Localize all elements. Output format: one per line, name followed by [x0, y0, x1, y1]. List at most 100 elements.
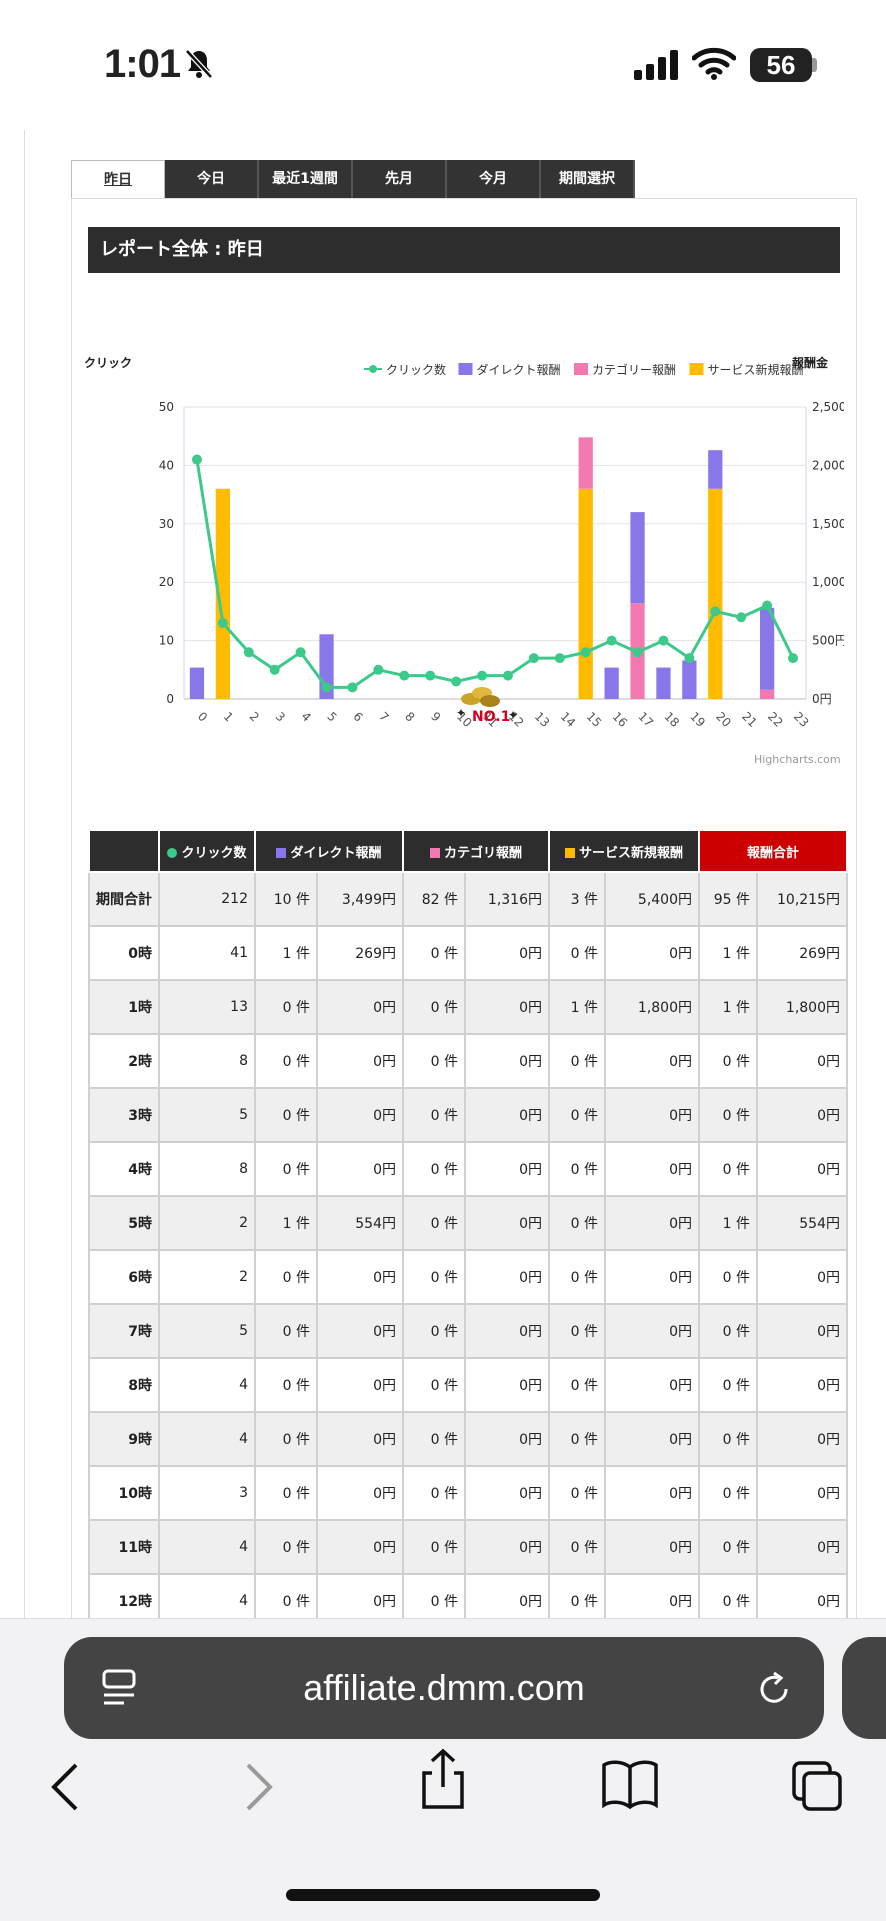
table-cell: 0 件 — [402, 1357, 466, 1413]
table-cell: 3 — [158, 1465, 256, 1521]
bookmarks-icon[interactable] — [600, 1759, 660, 1811]
bell-muted-icon — [185, 49, 213, 79]
table-cell: 0円 — [464, 925, 550, 981]
tab-this-month[interactable]: 今月 — [447, 160, 541, 198]
table-cell: 0円 — [756, 1573, 848, 1620]
table-cell: 0円 — [756, 1087, 848, 1143]
table-cell: 4 — [158, 1357, 256, 1413]
x-tick-label: 3 — [273, 709, 288, 724]
click-point — [477, 670, 488, 681]
url-text: affiliate.dmm.com — [303, 1667, 585, 1708]
row-label: 2時 — [88, 1033, 160, 1089]
x-tick-label: 14 — [558, 709, 579, 730]
table-cell: 0円 — [604, 1303, 700, 1359]
click-point — [710, 606, 721, 617]
col-clicks: クリック数 — [158, 829, 256, 873]
table-cell: 0 件 — [254, 1033, 318, 1089]
bar-service — [708, 488, 723, 699]
table-cell: 0 件 — [402, 1519, 466, 1575]
tab-period-select[interactable]: 期間選択 — [541, 160, 635, 198]
col-category: カテゴリ報酬 — [402, 829, 550, 873]
tab-last-week[interactable]: 最近1週間 — [259, 160, 353, 198]
bar-category — [578, 437, 593, 489]
click-point — [425, 670, 436, 681]
table-cell: 0 件 — [254, 979, 318, 1035]
tabs-icon[interactable] — [790, 1759, 844, 1813]
table-cell: 0 件 — [548, 1411, 606, 1467]
table-cell: 0円 — [604, 1249, 700, 1305]
table-corner — [88, 829, 160, 873]
no1-badge-icon: NO.1 ✦ ✦ — [456, 687, 518, 725]
table-cell: 0 件 — [698, 1087, 758, 1143]
table-cell: 0 件 — [548, 1465, 606, 1521]
click-point — [788, 653, 799, 664]
report-chart: 010203040500円500円1,000円1,500円2,000円2,500… — [84, 355, 844, 766]
x-tick-label: 20 — [713, 709, 734, 730]
table-cell: 0円 — [316, 1303, 404, 1359]
table-cell: 8 — [158, 1141, 256, 1197]
x-tick-label: 18 — [661, 709, 682, 730]
tab-yesterday[interactable]: 昨日 — [71, 160, 165, 199]
share-icon[interactable] — [418, 1747, 468, 1811]
reload-icon[interactable] — [754, 1669, 794, 1709]
back-icon[interactable] — [46, 1759, 86, 1815]
bar-direct — [656, 667, 671, 699]
next-tab-preview[interactable] — [842, 1637, 886, 1739]
table-cell: 4 — [158, 1573, 256, 1620]
table-cell: 0 件 — [548, 925, 606, 981]
table-cell: 0円 — [756, 1033, 848, 1089]
click-point — [321, 682, 332, 693]
table-cell: 0円 — [316, 1249, 404, 1305]
table-row: 10時 3 0 件 0円 0 件 0円 0 件 0円 0 件 0円 — [88, 1465, 848, 1521]
svg-text:✦: ✦ — [508, 708, 518, 722]
tab-today[interactable]: 今日 — [165, 160, 259, 198]
click-point — [373, 664, 384, 675]
forward-icon[interactable] — [238, 1759, 278, 1815]
table-cell: 0 件 — [254, 1573, 318, 1620]
report-panel: レポート全体 : 昨日 010203040500円500円1,000円1,500… — [71, 198, 857, 1620]
table-row: 3時 5 0 件 0円 0 件 0円 0 件 0円 0 件 0円 — [88, 1087, 848, 1143]
table-cell: 0円 — [464, 1465, 550, 1521]
table-cell: 1,800円 — [756, 979, 848, 1035]
col-direct: ダイレクト報酬 — [254, 829, 404, 873]
click-point — [684, 653, 695, 664]
table-cell: 0円 — [316, 1357, 404, 1413]
x-tick-label: 8 — [402, 709, 417, 724]
row-label: 9時 — [88, 1411, 160, 1467]
address-bar[interactable]: affiliate.dmm.com — [64, 1637, 824, 1739]
table-cell: 0円 — [464, 1519, 550, 1575]
table-cell: 0 件 — [402, 1195, 466, 1251]
table-cell: 1 件 — [698, 979, 758, 1035]
click-point — [295, 647, 306, 658]
x-tick-label: 21 — [739, 709, 760, 730]
table-cell: 2 — [158, 1249, 256, 1305]
table-cell: 0 件 — [548, 1195, 606, 1251]
table-cell: 10 件 — [254, 871, 318, 927]
table-cell: 0 件 — [402, 1141, 466, 1197]
table-cell: 269円 — [316, 925, 404, 981]
x-tick-label: 6 — [350, 709, 365, 724]
table-cell: 0 件 — [548, 1249, 606, 1305]
chart-legend: クリック数 ダイレクト報酬 カテゴリー報酬 サービス新規報酬 — [364, 362, 804, 377]
row-label: 7時 — [88, 1303, 160, 1359]
right-tick-label: 500円 — [812, 634, 844, 648]
legend-square-symbol — [574, 363, 588, 375]
table-cell: 0円 — [604, 1357, 700, 1413]
table-cell: 13 — [158, 979, 256, 1035]
click-point — [347, 682, 358, 693]
legend-label: クリック数 — [386, 362, 446, 377]
battery-cap — [812, 58, 817, 72]
tab-last-month[interactable]: 先月 — [353, 160, 447, 198]
row-label: 6時 — [88, 1249, 160, 1305]
home-indicator — [286, 1889, 600, 1901]
legend-square-symbol — [458, 363, 473, 375]
click-point — [632, 647, 643, 658]
click-point — [191, 454, 202, 465]
bar-direct — [682, 660, 697, 699]
legend-item: ダイレクト報酬 — [458, 362, 561, 377]
table-cell: 0円 — [464, 1303, 550, 1359]
table-cell: 1 件 — [254, 925, 318, 981]
right-tick-label: 1,000円 — [812, 575, 844, 589]
table-cell: 0 件 — [254, 1357, 318, 1413]
table-row: 0時 41 1 件 269円 0 件 0円 0 件 0円 1 件 269円 — [88, 925, 848, 981]
